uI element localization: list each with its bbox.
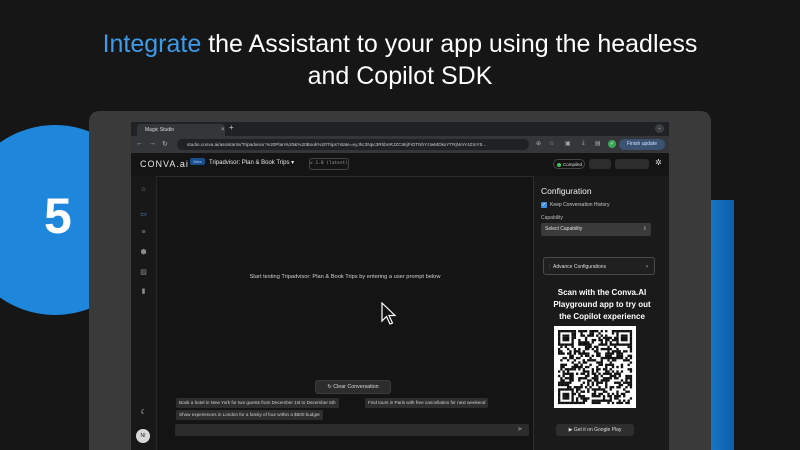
keep-history-label: Keep Conversation History: [550, 202, 610, 208]
chat-icon[interactable]: ▭: [139, 210, 148, 218]
browser-tab[interactable]: Magic Studio ×: [137, 124, 225, 136]
qr-code: [554, 326, 636, 408]
grip-icon: ⋮: [547, 264, 552, 270]
suggestion-chip[interactable]: Book a hotel in New York for two guests …: [176, 398, 339, 408]
headline: Integrate the Assistant to your app usin…: [0, 28, 800, 92]
chevron-updown-icon: ⇕: [642, 226, 647, 232]
headline-highlight: Integrate: [102, 30, 202, 58]
send-icon[interactable]: ➤: [517, 425, 523, 433]
analytics-icon[interactable]: ▮: [139, 287, 148, 295]
configuration-panel: Configuration ✓ Keep Conversation Histor…: [533, 176, 669, 450]
home-icon[interactable]: ⌂: [139, 186, 148, 193]
chevron-right-icon: ›: [646, 264, 648, 270]
conva-logo: CONVA.ai: [140, 159, 189, 169]
reload-icon[interactable]: ↻: [162, 140, 168, 148]
assistant-name: Tripadvisor: Plan & Book Trips: [209, 160, 290, 166]
compiled-status: Compiled: [553, 159, 585, 169]
address-bar-row: ← → ↻ studio.conva.ai/assistants/Tripadv…: [131, 136, 669, 153]
keep-history-checkbox[interactable]: ✓: [541, 202, 547, 208]
header-action-button-1[interactable]: [589, 159, 611, 169]
capability-select[interactable]: Select Capability ⇕: [541, 223, 651, 236]
qr-code-pattern: [558, 330, 633, 405]
capability-select-value: Select Capability: [545, 226, 583, 232]
configuration-title: Configuration: [541, 186, 592, 196]
compiled-label: Compiled: [563, 162, 583, 167]
extension-check-icon[interactable]: ✓: [608, 140, 616, 148]
new-tab-icon[interactable]: +: [229, 123, 234, 132]
gear-icon[interactable]: ✲: [655, 158, 662, 167]
google-play-button[interactable]: ▶ Get it on Google Play: [556, 424, 634, 436]
cube-icon[interactable]: ⬢: [139, 248, 148, 256]
suggestion-chip[interactable]: Show experiences in London for a family …: [176, 410, 323, 420]
step-number: 5: [44, 188, 72, 244]
scan-text-line2: Playground app to try out: [553, 300, 651, 309]
forward-icon[interactable]: →: [149, 140, 156, 147]
left-sidebar: ⌂ ▭ ≡ ⬢ ▨ ▮ ☾ NI: [131, 176, 157, 450]
mouse-cursor-icon: [381, 302, 397, 325]
capability-label: Capability: [541, 215, 563, 221]
avatar[interactable]: NI: [136, 429, 150, 443]
tab-title: Magic Studio: [145, 127, 174, 133]
sidebar-panel-icon[interactable]: ▤: [595, 140, 601, 147]
scan-text-line1: Scan with the Conva.AI: [557, 288, 647, 297]
back-icon[interactable]: ←: [136, 140, 143, 147]
empty-state-prompt: Start testing Tripadvisor: Plan & Book T…: [249, 274, 441, 280]
app-header: CONVA.ai Beta Tripadvisor: Plan & Book T…: [131, 153, 669, 177]
scan-instructions: Scan with the Conva.AI Playground app to…: [536, 287, 668, 323]
beta-badge: Beta: [190, 158, 205, 165]
url-field[interactable]: studio.conva.ai/assistants/Tripadvisor:%…: [177, 139, 529, 150]
tab-close-icon[interactable]: ×: [221, 124, 225, 136]
assistant-select[interactable]: Tripadvisor: Plan & Book Trips ▾: [209, 159, 294, 166]
download-icon[interactable]: ⤓: [582, 140, 585, 147]
advanced-configurations-label: Advance Configurations: [553, 264, 607, 270]
extensions-icon[interactable]: ▣: [565, 140, 571, 147]
version-badge[interactable]: v.1.0 (latest): [309, 158, 349, 170]
google-play-label: Get it on Google Play: [573, 427, 622, 433]
suggestion-chip[interactable]: Find tours in Paris with free cancellati…: [365, 398, 489, 408]
chevron-down-icon: ▾: [291, 160, 295, 166]
advanced-configurations-button[interactable]: ⋮ Advance Configurations ›: [543, 257, 655, 275]
finish-update-button[interactable]: Finish update: [619, 139, 665, 150]
bookmark-icon[interactable]: ☆: [549, 140, 554, 147]
screen: Magic Studio × + ⌄ ← → ↻ studio.conva.ai…: [131, 122, 669, 450]
headline-line2: and Copilot SDK: [307, 62, 493, 90]
tab-search-icon[interactable]: ⌄: [655, 124, 664, 133]
chat-input[interactable]: ➤: [175, 424, 529, 436]
header-action-button-2[interactable]: [615, 159, 649, 169]
image-icon[interactable]: ▨: [139, 268, 148, 276]
status-dot-icon: [557, 163, 561, 167]
scan-text-line3: the Copilot experience: [559, 312, 645, 321]
list-icon[interactable]: ≡: [139, 229, 148, 236]
headline-line1: the Assistant to your app using the head…: [201, 30, 698, 58]
browser-tab-bar: Magic Studio × + ⌄: [131, 122, 669, 136]
moon-icon[interactable]: ☾: [139, 408, 148, 416]
clear-conversation-label: Clear Conversation: [333, 384, 379, 390]
clear-conversation-button[interactable]: ↻ Clear Conversation: [315, 380, 391, 394]
zoom-icon[interactable]: ⊕: [536, 140, 541, 147]
